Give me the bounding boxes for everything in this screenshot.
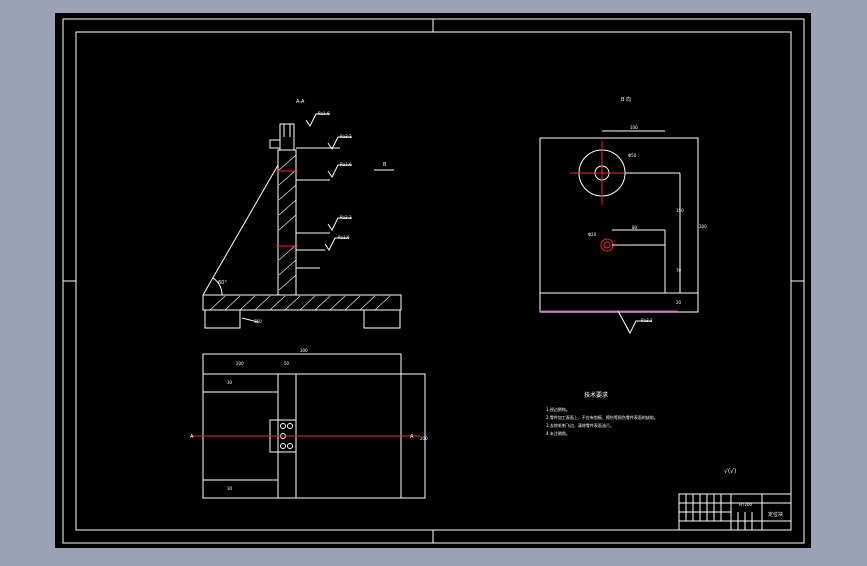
- view-b-dim-h1: 80: [632, 225, 638, 230]
- general-roughness: √(√): [724, 468, 736, 475]
- view-b-dim-v3: 20: [676, 300, 682, 305]
- drawing-canvas: A-A Ra1.6 Ra3.2 Ra1.6 Ra3.2 Ra1.6 60° 35…: [55, 13, 811, 548]
- view-b-dim-small-dia: Φ20: [588, 232, 597, 237]
- view-b-dim-width: 100: [630, 125, 638, 130]
- view-b-dim-v2: 70: [676, 268, 682, 273]
- section-marker-right: A: [410, 434, 414, 440]
- roughness-label: Ra3.2: [641, 318, 653, 323]
- view-b-dim-height: 300: [699, 224, 707, 229]
- section-label: A-A: [296, 99, 305, 105]
- roughness-label: Ra3.2: [340, 134, 352, 139]
- tech-line: 3.去除毛刺飞边，清除零件表面油污。: [546, 422, 614, 428]
- angle-text: 60°: [218, 280, 227, 286]
- plan-dim-overall: 300: [300, 348, 308, 353]
- tech-line: 1.锐边倒钝。: [546, 406, 570, 412]
- cad-viewport[interactable]: A-A Ra1.6 Ra3.2 Ra1.6 Ra3.2 Ra1.6 60° 35…: [0, 0, 867, 562]
- section-marker-left: A: [190, 434, 194, 440]
- plan-dim-mid: 50: [284, 361, 290, 366]
- view-b-label: B 向: [621, 96, 631, 103]
- tech-line: 4.未注倒角。: [546, 430, 570, 436]
- roughness-label: Ra3.2: [340, 215, 352, 220]
- roughness-label: Ra1.6: [338, 235, 350, 240]
- tech-title: 技术要求: [584, 391, 608, 399]
- roughness-label: Ra1.6: [340, 162, 352, 167]
- plan-dim-height: 200: [420, 436, 428, 441]
- plan-dim-side2: 30: [227, 486, 233, 491]
- view-b-dim-v1: 150: [676, 208, 684, 213]
- view-b-dim-dia: Φ50: [628, 153, 637, 158]
- plan-dim-side: 30: [227, 380, 233, 385]
- base-dim: 350: [254, 319, 262, 324]
- view-arrow-label: B: [383, 162, 387, 168]
- roughness-label: Ra1.6: [318, 111, 330, 116]
- plan-dim-left: 200: [236, 361, 244, 366]
- tech-line: 2.零件加工表面上，不应有划痕、擦伤等损伤零件表面的缺陷。: [546, 414, 658, 420]
- title-material: HT200: [739, 502, 753, 507]
- title-part-name: 定位块: [768, 511, 783, 518]
